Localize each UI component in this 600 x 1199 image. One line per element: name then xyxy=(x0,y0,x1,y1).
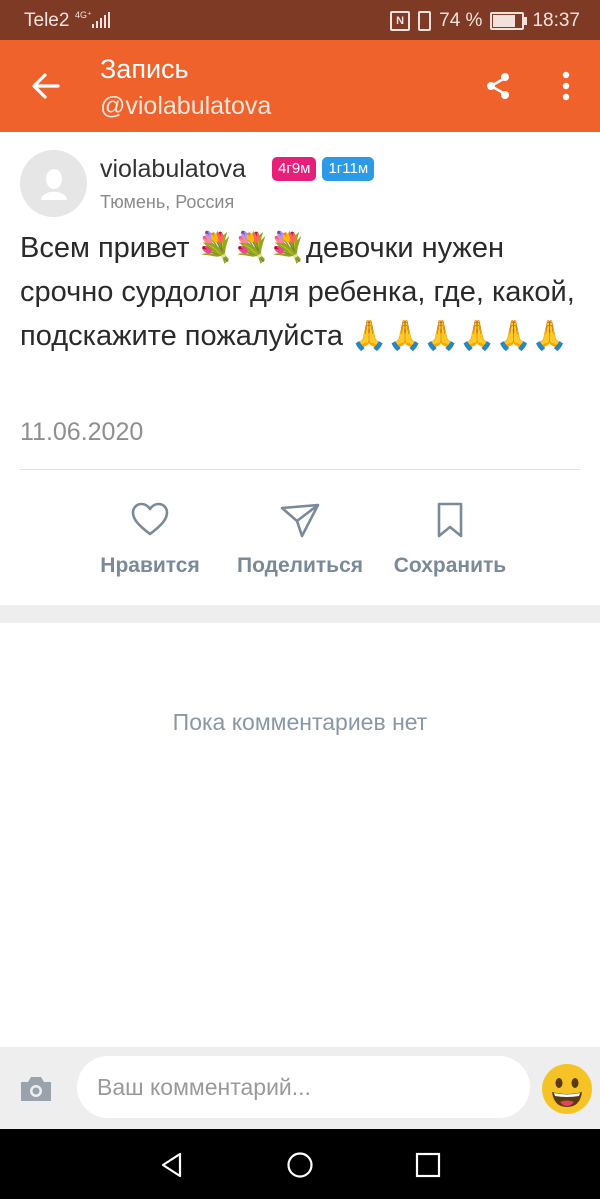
age-badge-1: 4г9м xyxy=(272,157,317,181)
no-comments-text: Пока комментариев нет xyxy=(172,709,428,735)
like-button[interactable]: Нравится xyxy=(75,500,225,578)
like-label: Нравится xyxy=(100,554,200,577)
share-icon[interactable] xyxy=(482,70,514,102)
share-label: Поделиться xyxy=(236,554,364,577)
clock: 18:37 xyxy=(532,10,580,31)
save-label: Сохранить xyxy=(393,554,507,577)
nav-home-icon[interactable] xyxy=(286,1151,314,1179)
author-location: Тюмень, Россия xyxy=(100,192,235,212)
battery-icon xyxy=(490,12,528,30)
save-button[interactable]: Сохранить xyxy=(375,500,525,578)
battery-percent: 74 % xyxy=(439,10,483,31)
bookmark-icon xyxy=(437,502,463,538)
age-badge-2: 1г11м xyxy=(322,157,375,181)
network-type: 4G⁺ xyxy=(75,10,92,20)
page-subtitle: @violabulatova xyxy=(100,92,272,120)
signal-icon xyxy=(92,12,110,28)
more-options-icon[interactable] xyxy=(552,70,580,102)
post-text: Всем привет 💐💐💐девочки нужен срочно сурд… xyxy=(20,232,575,352)
section-separator xyxy=(0,605,600,623)
divider xyxy=(20,469,580,470)
post-date: 11.06.2020 xyxy=(20,418,144,446)
status-bar: Tele2 4G⁺ N 74 % 18:37 xyxy=(0,0,600,40)
back-arrow-icon[interactable] xyxy=(28,68,64,104)
page-title: Запись xyxy=(100,54,189,84)
author-badges: 4г9м 1г11м xyxy=(272,157,375,181)
avatar[interactable] xyxy=(20,150,87,217)
system-nav-bar xyxy=(0,1129,600,1199)
heart-icon xyxy=(131,502,169,536)
emoji-icon[interactable] xyxy=(541,1063,593,1115)
user-placeholder-icon xyxy=(40,168,67,200)
nav-back-icon[interactable] xyxy=(158,1151,186,1179)
nfc-icon: N xyxy=(390,11,411,31)
send-icon xyxy=(280,503,320,538)
comment-bar xyxy=(0,1047,600,1129)
share-button[interactable]: Поделиться xyxy=(225,500,375,578)
comment-input[interactable] xyxy=(77,1056,530,1118)
camera-icon[interactable] xyxy=(19,1075,53,1103)
carrier-name: Tele2 xyxy=(24,10,70,31)
vibrate-icon xyxy=(418,11,432,31)
author-name[interactable]: violabulatova xyxy=(100,155,246,184)
nav-recent-apps-icon[interactable] xyxy=(414,1151,442,1179)
app-header: Запись @violabulatova xyxy=(0,40,600,132)
